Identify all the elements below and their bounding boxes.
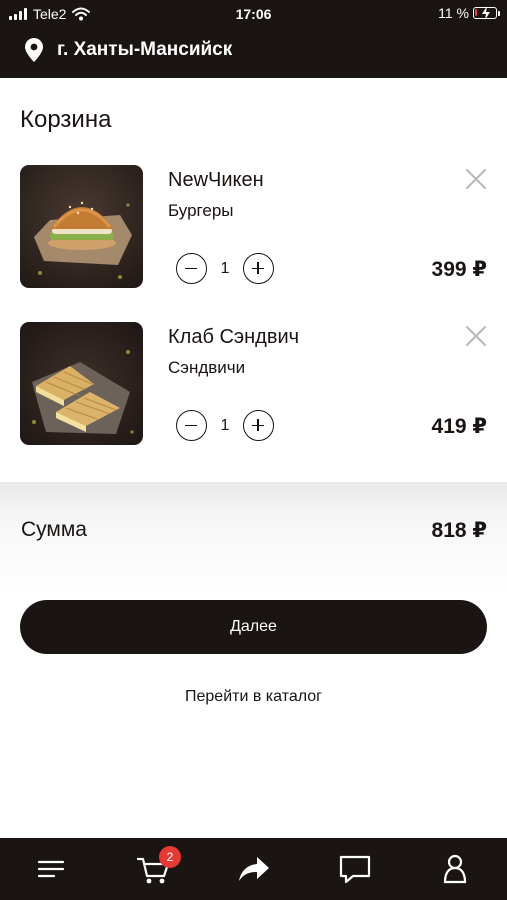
quantity-value: 1 xyxy=(220,416,230,434)
sandwich-image xyxy=(20,322,143,445)
quantity-stepper: 1 xyxy=(176,253,274,284)
charging-bolt-icon xyxy=(482,6,490,20)
increase-quantity-button[interactable] xyxy=(243,253,274,284)
menu-icon[interactable] xyxy=(37,852,71,886)
bottom-tab-bar: 2 xyxy=(0,838,507,900)
item-name: NewЧикен xyxy=(168,169,264,191)
increase-quantity-button[interactable] xyxy=(243,410,274,441)
quantity-stepper: 1 xyxy=(176,410,274,441)
item-category: Сэндвичи xyxy=(168,358,246,377)
battery-level xyxy=(475,9,477,16)
decrease-quantity-button[interactable] xyxy=(176,253,207,284)
sum-label: Сумма xyxy=(21,518,87,541)
item-price: 399 ₽ xyxy=(431,258,487,281)
cart-icon[interactable]: 2 xyxy=(137,846,181,886)
next-button[interactable]: Далее xyxy=(20,600,487,654)
city-label: г. Ханты-Мансийск xyxy=(57,39,233,60)
status-time: 17:06 xyxy=(235,6,272,22)
cart-badge: 2 xyxy=(159,846,181,868)
battery-icon xyxy=(473,6,500,20)
decrease-quantity-button[interactable] xyxy=(176,410,207,441)
share-icon[interactable] xyxy=(237,852,271,886)
item-name: Клаб Сэндвич xyxy=(168,326,300,348)
city-selector[interactable]: г. Ханты-Мансийск xyxy=(25,38,232,62)
page-title: Корзина xyxy=(20,106,112,133)
battery-percent: 11 % xyxy=(438,5,469,21)
cart-item: NewЧикен Бургеры 1 399 ₽ xyxy=(0,165,507,289)
remove-item-icon[interactable] xyxy=(464,324,488,348)
status-right: 11 % xyxy=(438,5,500,21)
item-category: Бургеры xyxy=(168,201,234,220)
cart-item: Клаб Сэндвич Сэндвичи 1 419 ₽ xyxy=(0,322,507,446)
chat-icon[interactable] xyxy=(338,852,372,886)
burger-image xyxy=(20,165,143,288)
sum-value: 818 ₽ xyxy=(431,519,487,542)
remove-item-icon[interactable] xyxy=(464,167,488,191)
profile-icon[interactable] xyxy=(440,852,474,886)
app-header: Tele2 17:06 11 % г. Ханты-Мансийск xyxy=(0,0,507,78)
quantity-value: 1 xyxy=(220,259,230,277)
location-pin-icon xyxy=(25,38,43,62)
status-bar: Tele2 17:06 11 % xyxy=(0,0,507,28)
go-to-catalog-link[interactable]: Перейти в каталог xyxy=(0,688,507,706)
item-price: 419 ₽ xyxy=(431,415,487,438)
